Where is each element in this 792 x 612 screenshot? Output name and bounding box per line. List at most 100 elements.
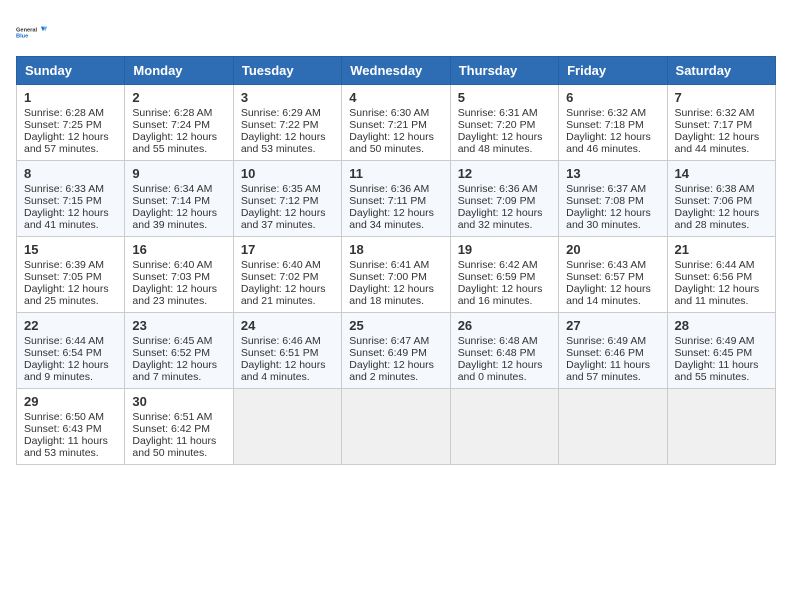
calendar-cell: 4Sunrise: 6:30 AMSunset: 7:21 PMDaylight… xyxy=(342,85,450,161)
day-info-line: Sunrise: 6:28 AM xyxy=(24,107,117,119)
day-info-line: Daylight: 12 hours xyxy=(458,283,551,295)
day-number: 3 xyxy=(241,90,334,105)
day-number: 2 xyxy=(132,90,225,105)
calendar-cell xyxy=(342,389,450,465)
calendar-cell: 13Sunrise: 6:37 AMSunset: 7:08 PMDayligh… xyxy=(559,161,667,237)
day-info-line: Sunrise: 6:33 AM xyxy=(24,183,117,195)
day-info-line: Sunrise: 6:45 AM xyxy=(132,335,225,347)
weekday-header: Wednesday xyxy=(342,57,450,85)
calendar-cell xyxy=(450,389,558,465)
day-info-line: Sunset: 6:42 PM xyxy=(132,423,225,435)
day-number: 18 xyxy=(349,242,442,257)
day-info-line: Sunrise: 6:41 AM xyxy=(349,259,442,271)
day-info-line: Sunset: 7:20 PM xyxy=(458,119,551,131)
day-info-line: Daylight: 12 hours xyxy=(349,283,442,295)
day-info-line: Sunset: 6:45 PM xyxy=(675,347,768,359)
day-info-line: Sunrise: 6:44 AM xyxy=(675,259,768,271)
calendar-cell: 1Sunrise: 6:28 AMSunset: 7:25 PMDaylight… xyxy=(17,85,125,161)
day-info-line: Sunset: 7:21 PM xyxy=(349,119,442,131)
day-info-line: Daylight: 11 hours xyxy=(566,359,659,371)
day-info-line: and 50 minutes. xyxy=(132,447,225,459)
day-info-line: Sunrise: 6:48 AM xyxy=(458,335,551,347)
day-number: 21 xyxy=(675,242,768,257)
logo-icon: GeneralBlue xyxy=(16,16,48,48)
weekday-header: Friday xyxy=(559,57,667,85)
day-info-line: and 39 minutes. xyxy=(132,219,225,231)
day-number: 25 xyxy=(349,318,442,333)
day-number: 4 xyxy=(349,90,442,105)
day-number: 15 xyxy=(24,242,117,257)
day-info-line: and 53 minutes. xyxy=(241,143,334,155)
day-info-line: Sunrise: 6:47 AM xyxy=(349,335,442,347)
day-info-line: Sunrise: 6:38 AM xyxy=(675,183,768,195)
calendar-week-row: 29Sunrise: 6:50 AMSunset: 6:43 PMDayligh… xyxy=(17,389,776,465)
day-info-line: Sunset: 7:02 PM xyxy=(241,271,334,283)
day-info-line: Daylight: 12 hours xyxy=(349,207,442,219)
day-info-line: Sunrise: 6:29 AM xyxy=(241,107,334,119)
day-number: 9 xyxy=(132,166,225,181)
day-info-line: Sunset: 6:56 PM xyxy=(675,271,768,283)
calendar-cell: 11Sunrise: 6:36 AMSunset: 7:11 PMDayligh… xyxy=(342,161,450,237)
day-info-line: Sunset: 7:18 PM xyxy=(566,119,659,131)
day-info-line: Sunset: 7:00 PM xyxy=(349,271,442,283)
day-number: 17 xyxy=(241,242,334,257)
day-info-line: Daylight: 11 hours xyxy=(24,435,117,447)
day-info-line: Sunset: 6:48 PM xyxy=(458,347,551,359)
day-info-line: Sunset: 7:08 PM xyxy=(566,195,659,207)
day-info-line: Sunrise: 6:39 AM xyxy=(24,259,117,271)
day-info-line: Sunrise: 6:34 AM xyxy=(132,183,225,195)
calendar-cell: 18 Sunrise: 6:41 AMSunset: 7:00 PMDayligh… xyxy=(342,237,450,313)
day-info-line: Sunrise: 6:32 AM xyxy=(675,107,768,119)
day-info-line: Sunset: 7:14 PM xyxy=(132,195,225,207)
day-info-line: Daylight: 12 hours xyxy=(241,131,334,143)
day-info-line: Daylight: 12 hours xyxy=(566,283,659,295)
day-info-line: Sunrise: 6:28 AM xyxy=(132,107,225,119)
day-info-line: and 9 minutes. xyxy=(24,371,117,383)
day-info-line: Sunrise: 6:32 AM xyxy=(566,107,659,119)
day-info-line: Daylight: 12 hours xyxy=(675,207,768,219)
day-info-line: Sunset: 6:54 PM xyxy=(24,347,117,359)
day-number: 12 xyxy=(458,166,551,181)
day-info-line: Sunset: 7:22 PM xyxy=(241,119,334,131)
calendar-cell: 30Sunrise: 6:51 AMSunset: 6:42 PMDayligh… xyxy=(125,389,233,465)
day-info-line: Sunset: 7:05 PM xyxy=(24,271,117,283)
calendar-cell: 3 Sunrise: 6:29 AMSunset: 7:22 PMDaylight… xyxy=(233,85,341,161)
day-info-line: Sunset: 6:43 PM xyxy=(24,423,117,435)
calendar-cell: 8Sunrise: 6:33 AMSunset: 7:15 PMDaylight… xyxy=(17,161,125,237)
day-info-line: and 46 minutes. xyxy=(566,143,659,155)
day-info-line: Daylight: 12 hours xyxy=(132,283,225,295)
day-info-line: Sunset: 7:15 PM xyxy=(24,195,117,207)
day-number: 26 xyxy=(458,318,551,333)
day-info-line: Daylight: 12 hours xyxy=(24,359,117,371)
day-info-line: Sunset: 7:12 PM xyxy=(241,195,334,207)
day-info-line: Daylight: 12 hours xyxy=(132,359,225,371)
day-info-line: Sunset: 6:59 PM xyxy=(458,271,551,283)
calendar-cell: 14Sunrise: 6:38 AMSunset: 7:06 PMDayligh… xyxy=(667,161,775,237)
day-info-line: Daylight: 12 hours xyxy=(675,131,768,143)
day-info-line: and 41 minutes. xyxy=(24,219,117,231)
calendar-cell: 12Sunrise: 6:36 AMSunset: 7:09 PMDayligh… xyxy=(450,161,558,237)
day-number: 6 xyxy=(566,90,659,105)
day-info-line: Daylight: 12 hours xyxy=(458,359,551,371)
day-info-line: Sunset: 6:57 PM xyxy=(566,271,659,283)
day-number: 27 xyxy=(566,318,659,333)
calendar-week-row: 15 Sunrise: 6:39 AMSunset: 7:05 PM Dayligh… xyxy=(17,237,776,313)
day-info-line: and 34 minutes. xyxy=(349,219,442,231)
calendar-cell xyxy=(559,389,667,465)
day-number: 14 xyxy=(675,166,768,181)
day-info-line: Daylight: 12 hours xyxy=(241,207,334,219)
day-number: 29 xyxy=(24,394,117,409)
day-info-line: and 25 minutes. xyxy=(24,295,117,307)
day-number: 7 xyxy=(675,90,768,105)
logo: GeneralBlue xyxy=(16,16,48,48)
day-info-line: Sunset: 7:03 PM xyxy=(132,271,225,283)
day-info-line: Sunset: 6:51 PM xyxy=(241,347,334,359)
day-info-line: Sunrise: 6:35 AM xyxy=(241,183,334,195)
day-info-line: Daylight: 12 hours xyxy=(349,131,442,143)
day-info-line: Sunset: 7:25 PM xyxy=(24,119,117,131)
day-info-line: and 50 minutes. xyxy=(349,143,442,155)
day-info-line: Sunrise: 6:51 AM xyxy=(132,411,225,423)
day-info-line: Daylight: 12 hours xyxy=(566,131,659,143)
calendar-cell: 5Sunrise: 6:31 AMSunset: 7:20 PMDaylight… xyxy=(450,85,558,161)
calendar-cell: 2Sunrise: 6:28 AMSunset: 7:24 PMDaylight… xyxy=(125,85,233,161)
